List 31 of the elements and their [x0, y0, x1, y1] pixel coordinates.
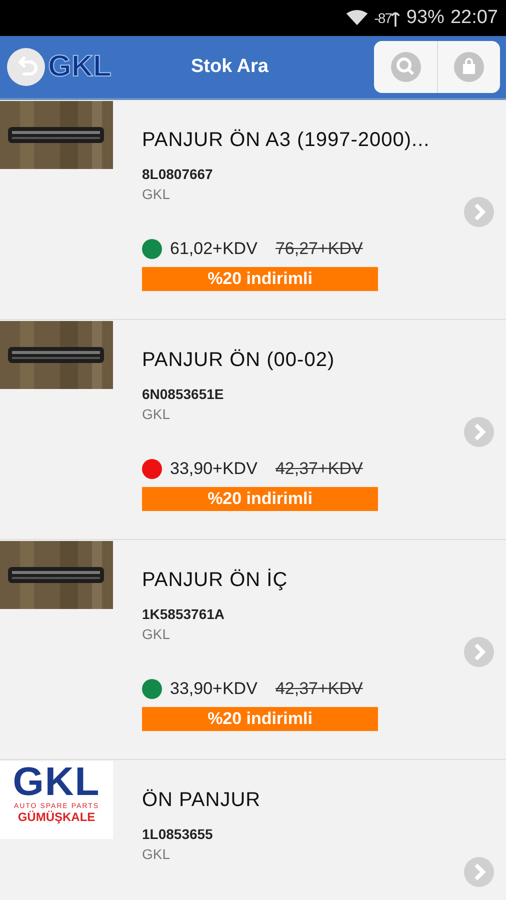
product-name: PANJUR ÖN A3 (1997-2000)...: [142, 129, 430, 152]
logo-company: GÜMÜŞKALE: [18, 810, 96, 824]
clock: 22:07: [450, 7, 498, 29]
product-code: 8L0807667: [142, 166, 213, 182]
product-name: ÖN PANJUR: [142, 789, 261, 812]
product-row[interactable]: PANJUR ÖN (00-02) 6N0853651E GKL 33,90+KDV 42,37+KDV %20 indirimli: [0, 320, 506, 540]
product-name: PANJUR ÖN (00-02): [142, 349, 335, 372]
discount-badge: %20 indirimli: [142, 487, 378, 511]
old-price: 42,37+KDV: [275, 459, 363, 479]
product-brand: GKL: [142, 406, 170, 422]
battery-level: 93%: [406, 7, 444, 29]
logo-mark: GKL: [12, 761, 100, 803]
signal-strength: -87: [374, 10, 392, 26]
product-name: PANJUR ÖN İÇ: [142, 569, 288, 592]
product-row[interactable]: PANJUR ÖN A3 (1997-2000)... 8L0807667 GKL 61,02+KDV 76,27+KDV %20 indirimli: [0, 100, 506, 320]
product-brand: GKL: [142, 846, 170, 862]
product-brand: GKL: [142, 626, 170, 642]
discount-badge: %20 indirimli: [142, 267, 378, 291]
price: 61,02+KDV: [170, 239, 258, 259]
product-row[interactable]: PANJUR ÖN İÇ 1K5853761A GKL 33,90+KDV 42,37+KDV %20 indirimli: [0, 540, 506, 760]
product-code: 1L0853655: [142, 826, 213, 842]
product-code: 1K5853761A: [142, 606, 225, 622]
page-title: Stok Ara: [191, 56, 270, 78]
price: 33,90+KDV: [170, 679, 258, 699]
discount-badge: %20 indirimli: [142, 707, 378, 731]
product-code: 6N0853651E: [142, 386, 224, 402]
app-logo: GKL: [48, 50, 112, 84]
old-price: 42,37+KDV: [275, 679, 363, 699]
product-brand: GKL: [142, 186, 170, 202]
price: 33,90+KDV: [170, 459, 258, 479]
old-price: 76,27+KDV: [275, 239, 363, 259]
